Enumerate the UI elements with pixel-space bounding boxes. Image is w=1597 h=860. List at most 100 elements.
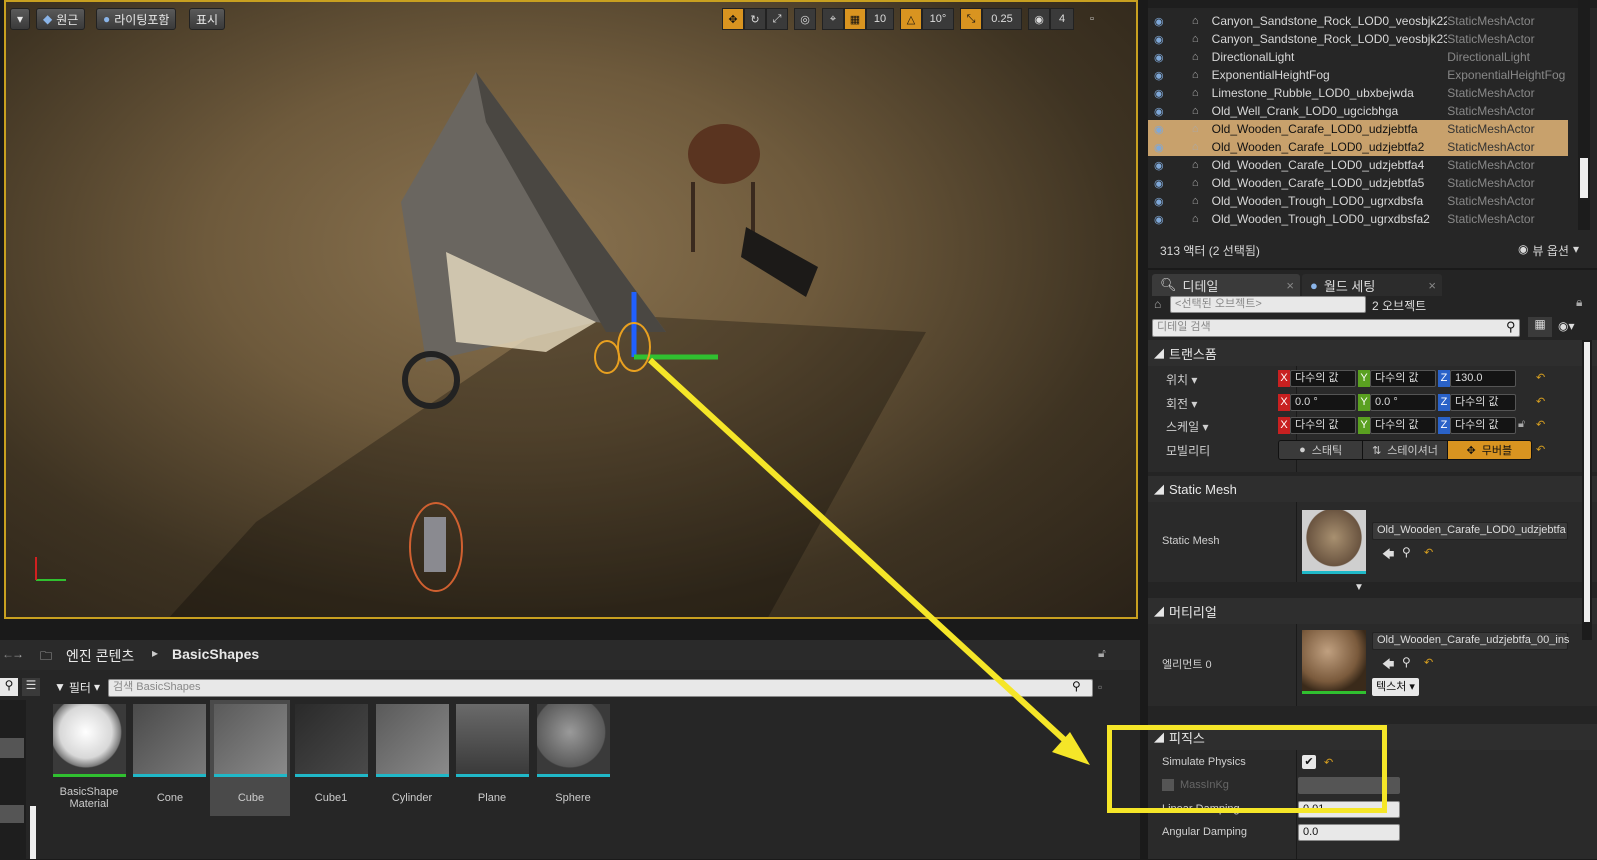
- static-mesh-section-header[interactable]: ◢ Static Mesh: [1148, 476, 1597, 502]
- expand-arrow-icon[interactable]: ▼: [1354, 582, 1364, 593]
- reset-scale-icon[interactable]: ↶: [1536, 418, 1545, 431]
- path-root[interactable]: 엔진 콘텐츠: [66, 646, 134, 666]
- perspective-button[interactable]: ◆ 원근: [36, 8, 86, 30]
- outliner-row[interactable]: ◉ ⌂ Limestone_Rubble_LOD0_ubxbejwda StaticM…: [1148, 84, 1568, 102]
- rotate-tool-icon[interactable]: ↻: [744, 8, 766, 30]
- close-tab-icon[interactable]: ×: [1286, 278, 1294, 293]
- move-tool-icon[interactable]: ✥: [722, 8, 744, 30]
- scale-tool-icon[interactable]: ⤢: [766, 8, 788, 30]
- find-in-browser-icon[interactable]: ⚲: [1402, 545, 1411, 559]
- scale-snap-value[interactable]: 0.25: [982, 8, 1022, 30]
- maximize-icon[interactable]: ▫: [1084, 8, 1100, 30]
- transform-section-header[interactable]: ◢ 트랜스폼: [1148, 340, 1597, 366]
- eye-icon[interactable]: ◉: [1154, 33, 1168, 46]
- eye-icon[interactable]: ◉: [1154, 15, 1168, 28]
- mobility-stationary-button[interactable]: ⇅ 스테이셔너: [1362, 441, 1447, 459]
- cb-search-input[interactable]: 검색 BasicShapes: [108, 679, 1093, 697]
- list-view-icon[interactable]: ☰: [22, 678, 40, 696]
- lighting-mode-button[interactable]: ● 라이팅포함: [96, 8, 177, 30]
- cb-scrollbar[interactable]: [30, 806, 36, 859]
- reset-rotation-icon[interactable]: ↶: [1536, 395, 1545, 408]
- eye-icon[interactable]: ◉: [1154, 87, 1168, 100]
- static-mesh-thumbnail[interactable]: [1302, 510, 1366, 574]
- eye-icon[interactable]: ◉: [1154, 177, 1168, 190]
- mobility-movable-button[interactable]: ✥ 무버블: [1446, 441, 1531, 459]
- eye-icon[interactable]: ◉: [1154, 51, 1168, 64]
- details-search-input[interactable]: 디테일 검색: [1152, 319, 1520, 337]
- search-icon[interactable]: ⚲: [0, 678, 18, 696]
- outliner-row[interactable]: ◉ ⌂ Old_Wooden_Carafe_LOD0_udzjebtfa2 Stati…: [1148, 138, 1568, 156]
- forward-arrow-icon[interactable]: →: [12, 647, 24, 661]
- save-search-icon[interactable]: ▫: [1098, 680, 1102, 694]
- outliner-row[interactable]: ◉ ⌂ Old_Wooden_Carafe_LOD0_udzjebtfa5 Stati…: [1148, 174, 1568, 192]
- outliner-row[interactable]: ◉ ⌂ ExponentialHeightFog ExponentialHeightF…: [1148, 66, 1568, 84]
- textures-dropdown[interactable]: 텍스처 ▾: [1372, 678, 1419, 696]
- outliner-row[interactable]: ◉ ⌂ Old_Well_Crank_LOD0_ugcicbhga StaticMes…: [1148, 102, 1568, 120]
- materials-section-header[interactable]: ◢ 머티리얼: [1148, 598, 1597, 624]
- camera-speed-icon[interactable]: ◉: [1028, 8, 1050, 30]
- show-button[interactable]: 표시: [189, 8, 226, 30]
- asset-tile[interactable]: [53, 704, 126, 777]
- camera-speed-value[interactable]: 4: [1050, 8, 1074, 30]
- outliner-row[interactable]: ◉ ⌂ Old_Wooden_Carafe_LOD0_udzjebtfa4 Stati…: [1148, 156, 1568, 174]
- location-z-field[interactable]: 130.0: [1450, 370, 1516, 387]
- mobility-static-button[interactable]: ● 스태틱: [1279, 441, 1363, 459]
- scale-z-field[interactable]: 다수의 값: [1450, 417, 1516, 434]
- view-options-button[interactable]: ◉ 뷰 옵션 ▾: [1518, 242, 1579, 259]
- rotation-snap-value[interactable]: 10°: [922, 8, 954, 30]
- outliner-scrollbar[interactable]: [1578, 0, 1590, 230]
- material-thumbnail[interactable]: [1302, 630, 1366, 694]
- reset-mobility-icon[interactable]: ↶: [1536, 443, 1545, 456]
- tab-world-settings[interactable]: ● 월드 세팅 ×: [1302, 274, 1442, 296]
- eye-icon[interactable]: ◉: [1154, 123, 1168, 136]
- location-y-field[interactable]: 다수의 값: [1370, 370, 1436, 387]
- eye-icon[interactable]: ◉: [1154, 105, 1168, 118]
- asset-tile[interactable]: [537, 704, 610, 777]
- visibility-filter-icon[interactable]: ◉▾: [1558, 319, 1575, 333]
- filter-button[interactable]: ▼ 필터 ▾: [54, 678, 100, 696]
- outliner-row[interactable]: ◉ ⌂ Old_Wooden_Carafe_LOD0_udzjebtfa Static…: [1148, 120, 1568, 138]
- browse-arrow-icon[interactable]: 🡄: [1382, 545, 1394, 566]
- angular-damping-field[interactable]: 0.0: [1298, 824, 1400, 841]
- scale-lock-icon[interactable]: 🔓︎: [1518, 418, 1525, 431]
- material-dropdown[interactable]: Old_Wooden_Carafe_udzjebtfa_00_ins: [1372, 632, 1569, 650]
- outliner-row[interactable]: ◉ ⌂ Old_Wooden_Trough_LOD0_ugrxdbsfa Static…: [1148, 192, 1568, 210]
- lock-icon[interactable]: 🔓︎: [1098, 646, 1106, 661]
- eye-icon[interactable]: ◉: [1154, 195, 1168, 208]
- static-mesh-dropdown[interactable]: Old_Wooden_Carafe_LOD0_udzjebtfa: [1372, 522, 1568, 540]
- grid-view-icon[interactable]: ▦: [1528, 317, 1552, 337]
- reset-mesh-icon[interactable]: ↶: [1424, 546, 1433, 559]
- outliner-row[interactable]: ◉ ⌂ Old_Wooden_Trough_LOD0_ugrxdbsfa2 Stati…: [1148, 210, 1568, 228]
- browse-arrow-icon[interactable]: 🡄: [1382, 655, 1394, 676]
- rotation-x-field[interactable]: 0.0 °: [1290, 394, 1356, 411]
- grid-snap-value[interactable]: 10: [866, 8, 894, 30]
- reset-location-icon[interactable]: ↶: [1536, 371, 1545, 384]
- lock-icon[interactable]: 🔒︎: [1576, 295, 1582, 310]
- scale-label[interactable]: 스케일 ▾: [1166, 418, 1208, 435]
- rotation-y-field[interactable]: 0.0 °: [1370, 394, 1436, 411]
- eye-icon[interactable]: ◉: [1154, 69, 1168, 82]
- eye-icon[interactable]: ◉: [1154, 159, 1168, 172]
- world-space-icon[interactable]: ◎: [794, 8, 816, 30]
- outliner-row[interactable]: ◉ ⌂ DirectionalLight DirectionalLight: [1148, 48, 1568, 66]
- scale-x-field[interactable]: 다수의 값: [1290, 417, 1356, 434]
- tab-details[interactable]: 🔍︎ 디테일 ×: [1152, 274, 1300, 296]
- location-label[interactable]: 위치 ▾: [1166, 371, 1197, 388]
- asset-tile[interactable]: [214, 704, 287, 777]
- eye-icon[interactable]: ◉: [1154, 213, 1168, 226]
- asset-tile[interactable]: [295, 704, 368, 777]
- level-viewport[interactable]: ▾ ◆ 원근 ● 라이팅포함 표시 ✥ ↻ ⤢ ◎ ⌖ ▦ 10 △ 10° ⤡ 0…: [4, 0, 1138, 619]
- rotation-label[interactable]: 회전 ▾: [1166, 395, 1197, 412]
- close-tab-icon[interactable]: ×: [1428, 278, 1436, 293]
- path-folder[interactable]: BasicShapes: [172, 646, 259, 662]
- viewport-menu-button[interactable]: ▾: [10, 8, 30, 30]
- scale-y-field[interactable]: 다수의 값: [1370, 417, 1436, 434]
- rotation-snap-icon[interactable]: △: [900, 8, 922, 30]
- asset-tile[interactable]: [376, 704, 449, 777]
- asset-tile[interactable]: [133, 704, 206, 777]
- rotation-z-field[interactable]: 다수의 값: [1450, 394, 1516, 411]
- details-scrollbar[interactable]: [1582, 340, 1592, 640]
- asset-tile[interactable]: [456, 704, 529, 777]
- scale-snap-icon[interactable]: ⤡: [960, 8, 982, 30]
- location-x-field[interactable]: 다수의 값: [1290, 370, 1356, 387]
